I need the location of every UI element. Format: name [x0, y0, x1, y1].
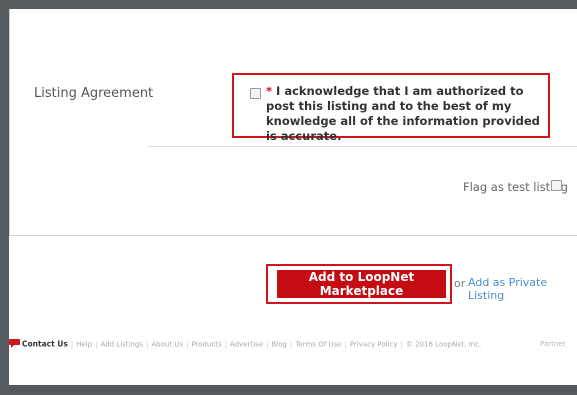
or-separator: or: [454, 277, 466, 290]
footer-link-blog[interactable]: Blog: [272, 341, 287, 349]
agreement-checkbox[interactable]: [250, 88, 261, 99]
agreement-text: * I acknowledge that I am authorized to …: [266, 84, 548, 144]
add-to-marketplace-button[interactable]: Add to LoopNet Marketplace: [277, 270, 446, 298]
copyright-text: © 2016 LoopNet, Inc.: [405, 340, 482, 349]
chat-bubble-icon: [9, 339, 20, 350]
agreement-statement: I acknowledge that I am authorized to po…: [266, 84, 540, 143]
window-left-strip: [0, 9, 9, 395]
footer-link-about-us[interactable]: About Us: [151, 341, 183, 349]
contact-us-link[interactable]: Contact Us: [22, 340, 68, 349]
footer-link-privacy[interactable]: Privacy Policy: [350, 341, 398, 349]
add-private-listing-link[interactable]: Add as Private Listing: [468, 276, 577, 302]
window-bottom-band: [0, 385, 577, 395]
flag-test-listing-checkbox[interactable]: [551, 180, 562, 191]
footer-link-add-listings[interactable]: Add Listings: [101, 341, 144, 349]
footer-link-advertise[interactable]: Advertise: [230, 341, 263, 349]
footer-link-products[interactable]: Products: [191, 341, 221, 349]
listing-agreement-label: Listing Agreement: [34, 86, 154, 101]
required-marker: *: [266, 84, 277, 98]
window-top-band: [0, 0, 577, 9]
footer-link-terms[interactable]: Terms Of Use: [295, 341, 341, 349]
footer-links: Contact Us | Help | Add Listings | About Us | Pr…: [9, 339, 481, 350]
partner-link[interactable]: Partner: [540, 340, 565, 348]
footer-link-help[interactable]: Help: [76, 341, 92, 349]
row-divider: [148, 146, 577, 147]
